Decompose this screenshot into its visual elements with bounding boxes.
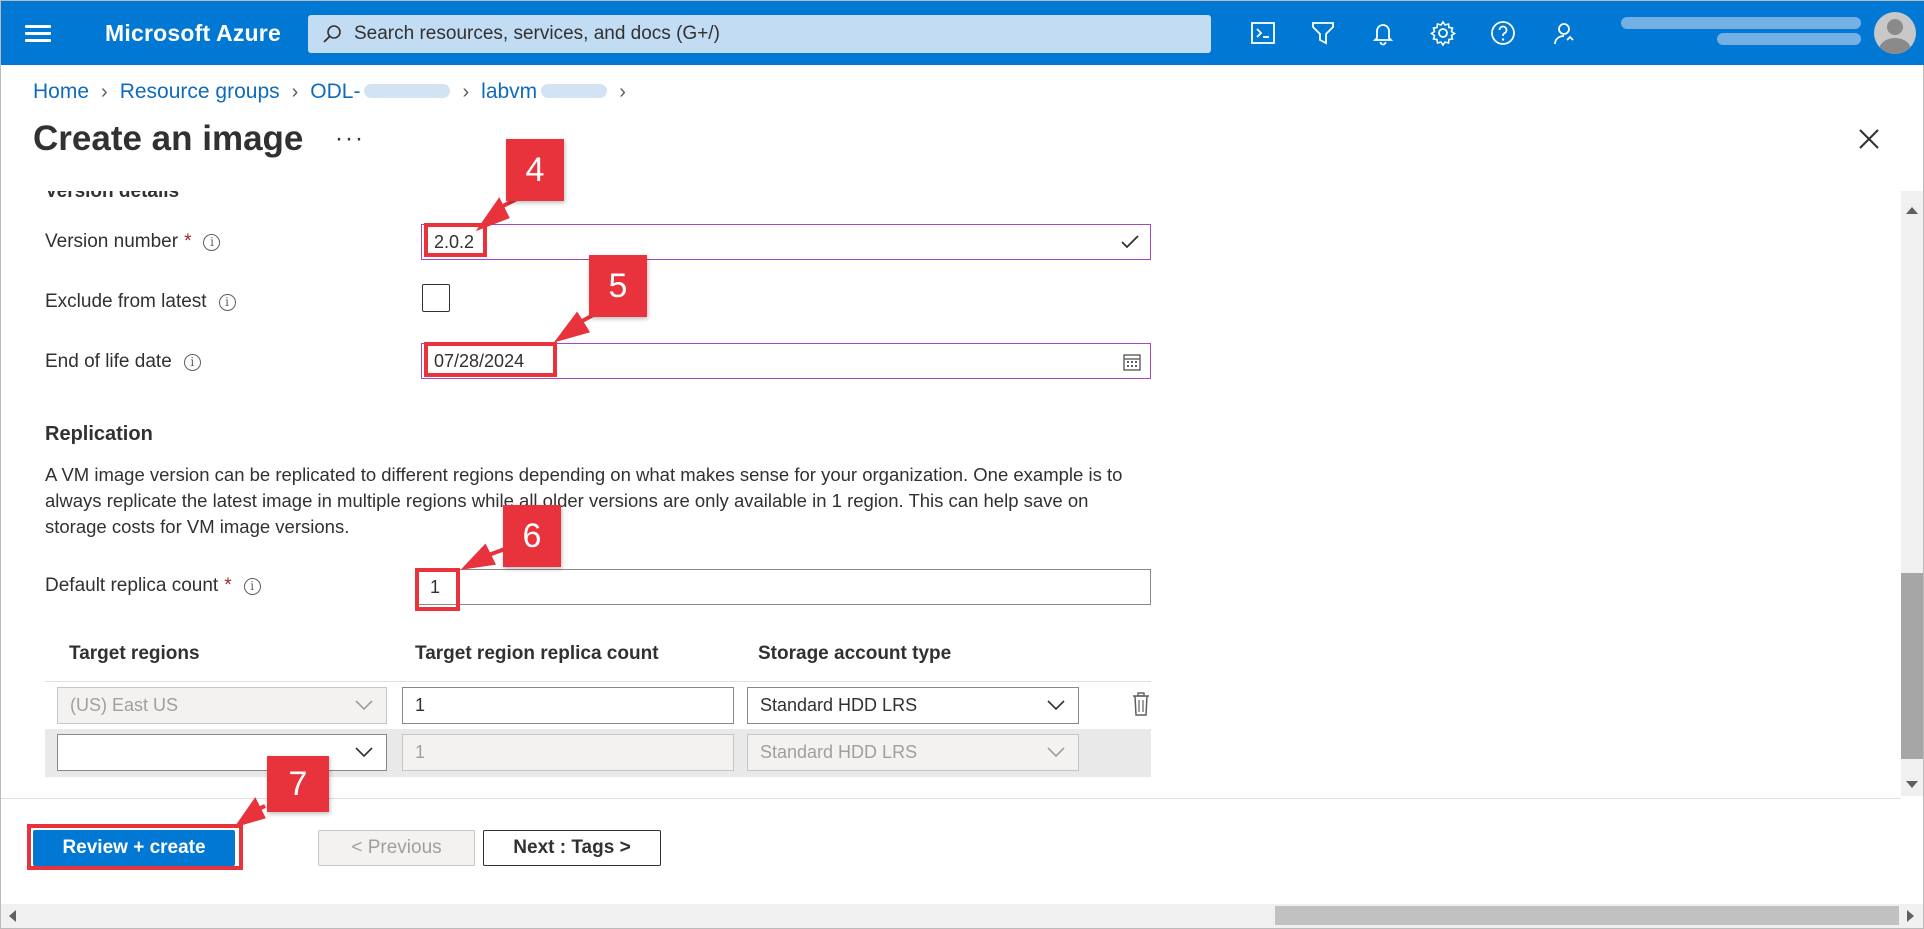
blurred-text	[364, 84, 451, 98]
target-region-select[interactable]: (US) East US	[57, 687, 387, 724]
blurred-text	[541, 84, 608, 98]
storage-account-type-select[interactable]: Standard HDD LRS	[747, 687, 1079, 724]
scroll-thumb[interactable]	[1275, 906, 1899, 925]
info-icon[interactable]: i	[203, 233, 221, 251]
more-options-icon[interactable]: ···	[335, 125, 365, 153]
next-tags-button[interactable]: Next : Tags >	[483, 830, 661, 866]
horizontal-scrollbar[interactable]	[1, 904, 1923, 928]
top-bar: Microsoft Azure Search resources, servic…	[1, 1, 1924, 65]
scroll-right-icon[interactable]	[1907, 910, 1914, 922]
breadcrumb-vm[interactable]: labvm	[481, 80, 608, 104]
callout-number: 4	[506, 139, 564, 201]
default-replica-count-label: Default replica count * i	[45, 575, 261, 597]
chevron-right-icon: ›	[619, 80, 626, 103]
feedback-icon[interactable]	[1549, 19, 1577, 47]
page-title: Create an image	[33, 119, 304, 158]
scroll-down-icon[interactable]	[1906, 781, 1918, 788]
callout-highlight-eol	[424, 342, 557, 377]
table-row: 1 Standard HDD LRS	[45, 729, 1151, 777]
cloud-shell-icon[interactable]	[1249, 19, 1277, 47]
avatar[interactable]	[1874, 12, 1916, 54]
col-header-storage-account-type: Storage account type	[758, 643, 952, 664]
col-header-replica-count: Target region replica count	[415, 643, 659, 664]
chevron-down-icon	[1047, 700, 1065, 711]
table-row: (US) East US 1 Standard HDD LRS	[45, 681, 1151, 729]
callout-highlight-review	[27, 824, 243, 870]
callout-highlight-version	[424, 223, 487, 257]
brand-title[interactable]: Microsoft Azure	[105, 1, 281, 65]
help-icon[interactable]	[1489, 19, 1517, 47]
end-of-life-label: End of life date i	[45, 351, 201, 373]
search-icon	[323, 25, 341, 43]
previous-button: < Previous	[318, 830, 475, 866]
calendar-icon[interactable]	[1122, 352, 1142, 372]
form-content: Version details Version number * i 2.0.2 E…	[1, 191, 1901, 796]
breadcrumb-resource-groups[interactable]: Resource groups	[120, 80, 280, 104]
breadcrumb: Home › Resource groups › ODL- › labvm ›	[33, 79, 638, 105]
callout-number: 6	[503, 505, 561, 567]
target-region-select-empty[interactable]	[57, 734, 387, 771]
replication-heading: Replication	[45, 423, 153, 445]
callout-highlight-replica	[415, 568, 460, 611]
menu-icon[interactable]	[25, 21, 51, 45]
chevron-down-icon	[355, 747, 373, 758]
checkmark-icon	[1121, 235, 1139, 249]
target-region-replica-count-input[interactable]: 1	[402, 687, 734, 724]
storage-account-type-select-disabled: Standard HDD LRS	[747, 734, 1079, 771]
chevron-right-icon: ›	[291, 80, 299, 103]
scroll-up-icon[interactable]	[1906, 207, 1918, 214]
directory-filter-icon[interactable]	[1309, 19, 1337, 47]
info-icon[interactable]: i	[183, 353, 201, 371]
vertical-scrollbar[interactable]	[1901, 191, 1923, 796]
delete-trash-icon[interactable]	[1130, 691, 1152, 717]
version-number-label: Version number * i	[45, 231, 221, 253]
info-icon[interactable]: i	[243, 577, 261, 595]
breadcrumb-resource-group[interactable]: ODL-	[310, 80, 451, 104]
chevron-right-icon: ›	[462, 80, 470, 103]
replication-description: A VM image version can be replicated to …	[45, 464, 1123, 537]
settings-gear-icon[interactable]	[1429, 19, 1457, 47]
search-input[interactable]: Search resources, services, and docs (G+…	[308, 15, 1211, 53]
search-placeholder: Search resources, services, and docs (G+…	[354, 23, 720, 44]
exclude-from-latest-checkbox[interactable]	[422, 284, 450, 312]
callout-number: 7	[267, 756, 329, 812]
scroll-thumb[interactable]	[1901, 573, 1923, 759]
col-header-target-regions: Target regions	[69, 643, 200, 664]
scroll-left-icon[interactable]	[9, 910, 16, 922]
notifications-bell-icon[interactable]	[1369, 19, 1397, 47]
chevron-right-icon: ›	[101, 80, 108, 103]
breadcrumb-home[interactable]: Home	[33, 80, 89, 104]
account-info-blurred[interactable]	[1621, 13, 1861, 53]
chevron-down-icon	[1047, 747, 1065, 758]
section-heading-version-details: Version details	[45, 191, 180, 202]
version-number-input[interactable]: 2.0.2	[421, 224, 1151, 260]
info-icon[interactable]: i	[218, 293, 236, 311]
chevron-down-icon	[355, 700, 373, 711]
default-replica-count-input[interactable]: 1	[417, 569, 1151, 605]
target-region-replica-count-input-disabled: 1	[402, 734, 734, 771]
close-icon[interactable]	[1857, 127, 1881, 151]
exclude-from-latest-label: Exclude from latest i	[45, 291, 236, 313]
callout-number: 5	[589, 255, 647, 317]
